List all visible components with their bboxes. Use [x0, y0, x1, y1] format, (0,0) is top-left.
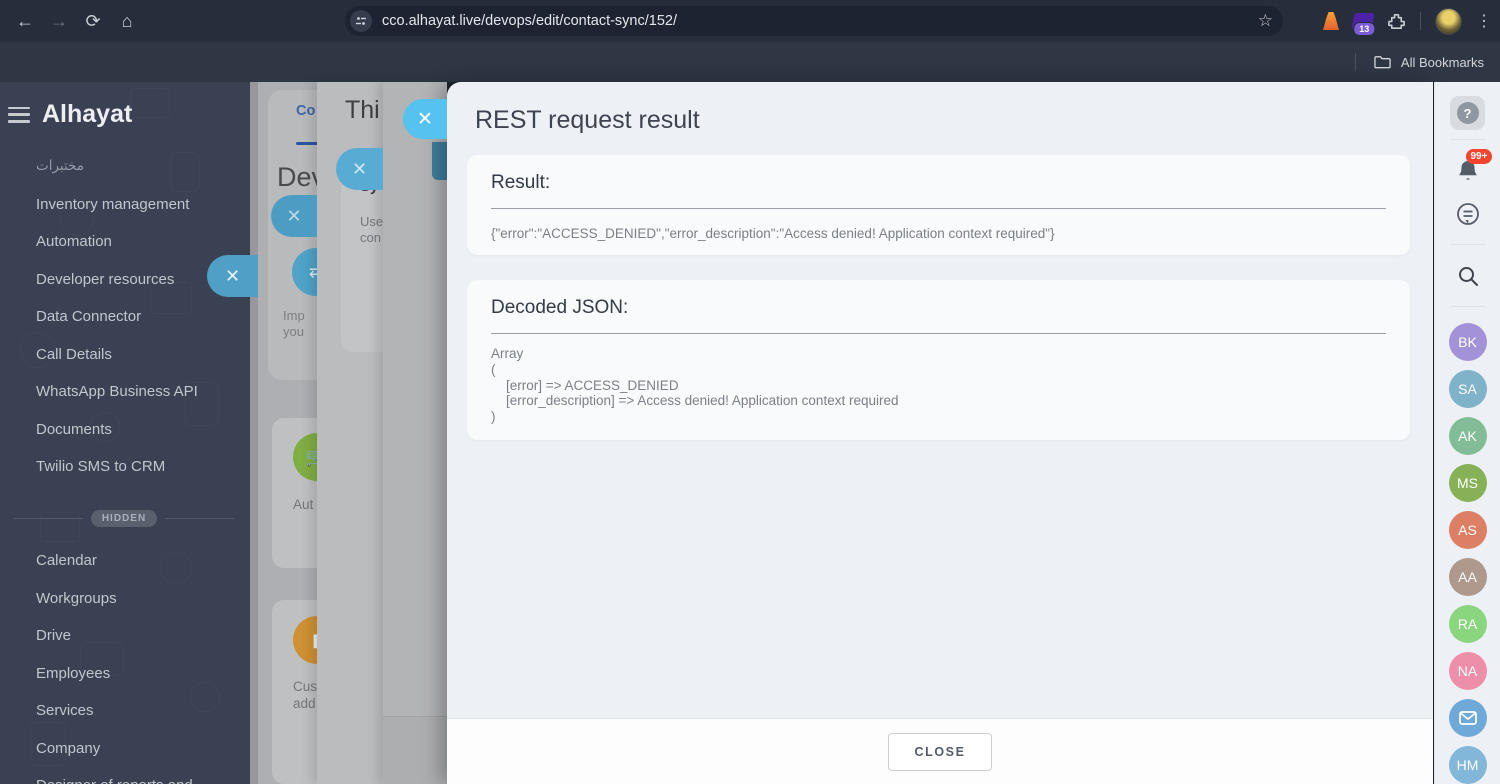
user-avatar-na[interactable]: NA [1448, 651, 1487, 690]
hidden-badge: HIDDEN [90, 510, 158, 527]
sidebar-item-whatsapp-business-api[interactable]: WhatsApp Business API [36, 383, 240, 400]
forward-icon[interactable]: → [42, 4, 76, 38]
decoded-heading: Decoded JSON: [491, 297, 629, 318]
user-avatar-hm[interactable]: HM [1448, 745, 1487, 784]
card-label: Aut [293, 497, 314, 512]
panel-fragment [432, 142, 448, 180]
slider-close-icon[interactable]: ✕ [207, 255, 258, 297]
sidebar-item-مختبرات[interactable]: مختبرات [36, 158, 240, 174]
sidebar-item-data-connector[interactable]: Data Connector [36, 308, 240, 325]
section-rule [491, 333, 1386, 334]
notifications-button[interactable]: 99+ [1448, 149, 1493, 190]
slider-panel-developer: ✕ Co Dev ⇄ Imp you 🛒 Aut ▮ Cus add [207, 82, 422, 784]
card-label: Cus add [293, 679, 318, 711]
sidebar-item-automation[interactable]: Automation [36, 233, 240, 250]
extension-hydrant-icon[interactable] [1323, 12, 1339, 30]
reload-icon[interactable]: ⟳ [76, 4, 110, 38]
result-section: Result: {"error":"ACCESS_DENIED","error_… [467, 155, 1410, 255]
slider-close-icon[interactable]: ✕ [271, 195, 317, 237]
search-icon [1458, 266, 1478, 286]
user-avatar-ak[interactable]: AK [1448, 416, 1487, 455]
browser-profile-avatar[interactable] [1435, 7, 1462, 35]
browser-toolbar: ← → ⟳ ⌂ cco.alhayat.live/devops/edit/con… [0, 0, 1500, 42]
sidebar-item-services[interactable]: Services [36, 702, 240, 719]
chat-icon [1456, 202, 1479, 225]
back-icon[interactable]: ← [8, 4, 42, 38]
mail-icon [1458, 711, 1477, 725]
user-avatar-aa[interactable]: AA [1448, 557, 1487, 596]
mail-avatar[interactable] [1448, 698, 1487, 737]
sidebar-menu-hidden: Calendar Workgroups Drive Employees Services… [36, 552, 240, 784]
user-avatar-as[interactable]: AS [1448, 510, 1487, 549]
panel-footer [383, 716, 447, 784]
sidebar-item-workgroups[interactable]: Workgroups [36, 590, 240, 607]
slider-close-icon[interactable]: ✕ [336, 148, 383, 190]
extension-badge: 13 [1353, 22, 1376, 36]
decoded-json-section: Decoded JSON: Array ( [error] => ACCESS_… [467, 280, 1410, 440]
rail-divider [1450, 244, 1485, 246]
modal-close-icon[interactable]: ✕ [403, 99, 447, 139]
slider-backdrop-strip [250, 82, 258, 784]
sidebar-item-drive[interactable]: Drive [36, 627, 240, 644]
panel-heading: Thi [345, 96, 380, 124]
sidebar-item-designer-of-reports-and[interactable]: Designer of reports and [36, 777, 240, 784]
sidebar-item-inventory-management[interactable]: Inventory management [36, 196, 240, 213]
sidebar-item-documents[interactable]: Documents [36, 421, 240, 438]
sidebar-item-employees[interactable]: Employees [36, 665, 240, 682]
url-text[interactable]: cco.alhayat.live/devops/edit/contact-syn… [382, 13, 1258, 29]
close-button[interactable]: CLOSE [888, 732, 992, 771]
address-bar[interactable]: cco.alhayat.live/devops/edit/contact-syn… [345, 6, 1283, 36]
decoded-body: Array ( [error] => ACCESS_DENIED [error_… [491, 346, 899, 425]
help-icon: ? [1456, 102, 1479, 125]
right-rail: ? 99+ BK SA AK MS AS AA RA NA HM [1434, 82, 1500, 784]
sidebar-item-company[interactable]: Company [36, 740, 240, 757]
bookmark-star-icon[interactable]: ☆ [1258, 11, 1273, 31]
help-button[interactable]: ? [1450, 96, 1485, 131]
rail-divider [1450, 139, 1485, 141]
extension-purple-icon[interactable]: 13 [1351, 13, 1376, 36]
brand-title[interactable]: Alhayat [42, 100, 132, 129]
sidebar-item-twilio-sms-to-crm[interactable]: Twilio SMS to CRM [36, 458, 240, 475]
user-avatar-ms[interactable]: MS [1448, 463, 1487, 502]
toolbar-divider [1420, 12, 1421, 30]
search-button[interactable] [1448, 256, 1488, 295]
import-text: Imp you [283, 308, 305, 339]
hidden-section-divider: HIDDEN [14, 510, 234, 527]
user-avatar-ra[interactable]: RA [1448, 604, 1487, 643]
section-rule [491, 208, 1386, 209]
result-heading: Result: [491, 172, 551, 193]
bookmarks-divider [1354, 53, 1356, 71]
user-avatar-bk[interactable]: BK [1448, 322, 1487, 361]
home-icon[interactable]: ⌂ [110, 4, 144, 38]
screen: ← → ⟳ ⌂ cco.alhayat.live/devops/edit/con… [0, 0, 1500, 784]
rail-divider [1450, 306, 1485, 307]
menu-toggle-icon[interactable] [8, 106, 30, 123]
tab-common[interactable]: Co [296, 103, 315, 119]
bookmarks-bar: All Bookmarks [0, 42, 1500, 82]
recent-users-list: BK SA AK MS AS AA RA NA HM [1448, 322, 1487, 784]
slider-panel-rest: ✕ [336, 82, 448, 784]
sidebar: Alhayat مختبرات Inventory management Autom… [0, 82, 250, 784]
sidebar-menu: مختبرات Inventory management Automation Dev… [36, 158, 240, 496]
result-body: {"error":"ACCESS_DENIED","error_descript… [491, 226, 1055, 241]
messenger-button[interactable] [1448, 194, 1488, 233]
site-info-icon[interactable] [350, 10, 372, 32]
modal-footer: CLOSE [447, 718, 1433, 784]
notification-badge: 99+ [1465, 149, 1493, 165]
modal-title: REST request result [475, 106, 700, 134]
sidebar-item-call-details[interactable]: Call Details [36, 346, 240, 363]
sidebar-item-calendar[interactable]: Calendar [36, 552, 240, 569]
all-bookmarks-label[interactable]: All Bookmarks [1401, 55, 1484, 70]
bookmarks-folder-icon[interactable] [1374, 55, 1391, 69]
user-avatar-sa[interactable]: SA [1448, 369, 1487, 408]
extensions-puzzle-icon[interactable] [1387, 12, 1406, 31]
rest-result-modal: ✕ REST request result Result: {"error":"… [403, 82, 1433, 784]
browser-menu-icon[interactable]: ⋮ [1476, 11, 1492, 31]
